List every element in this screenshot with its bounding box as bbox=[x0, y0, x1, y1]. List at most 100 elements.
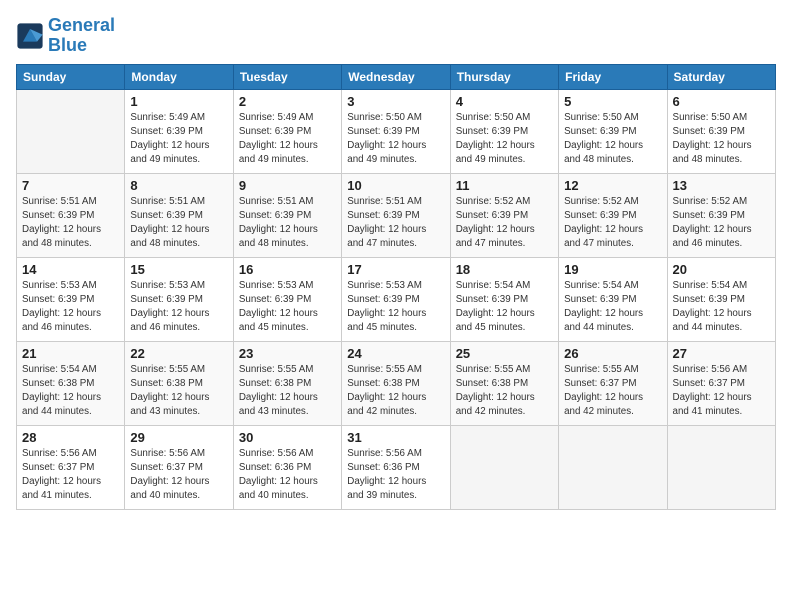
day-number: 12 bbox=[564, 178, 661, 193]
calendar-table: SundayMondayTuesdayWednesdayThursdayFrid… bbox=[16, 64, 776, 510]
day-number: 16 bbox=[239, 262, 336, 277]
day-number: 28 bbox=[22, 430, 119, 445]
calendar-day-cell: 24 Sunrise: 5:55 AMSunset: 6:38 PMDayligh… bbox=[342, 341, 450, 425]
calendar-day-cell: 6Sunrise: 5:50 AMSunset: 6:39 PMDaylight… bbox=[667, 89, 775, 173]
weekday-header-cell: Wednesday bbox=[342, 64, 450, 89]
day-info: Sunrise: 5:53 AMSunset: 6:39 PMDaylight:… bbox=[22, 279, 119, 336]
day-info: Sunrise: 5:49 AMSunset: 6:39 PMDaylight:… bbox=[239, 111, 336, 168]
calendar-day-cell: 26 Sunrise: 5:55 AMSunset: 6:37 PMDayligh… bbox=[559, 341, 667, 425]
day-number: 26 bbox=[564, 346, 661, 361]
calendar-day-cell: 14 Sunrise: 5:53 AMSunset: 6:39 PMDayligh… bbox=[17, 257, 125, 341]
day-info: Sunrise: 5:50 AMSunset: 6:39 PMDaylight:… bbox=[673, 111, 770, 168]
calendar-day-cell: 20 Sunrise: 5:54 AMSunset: 6:39 PMDayligh… bbox=[667, 257, 775, 341]
weekday-header-cell: Thursday bbox=[450, 64, 558, 89]
day-info: Sunrise: 5:50 AMSunset: 6:39 PMDaylight:… bbox=[456, 111, 553, 168]
day-info: Sunrise: 5:55 AMSunset: 6:38 PMDaylight:… bbox=[239, 363, 336, 420]
calendar-day-cell: 5Sunrise: 5:50 AMSunset: 6:39 PMDaylight… bbox=[559, 89, 667, 173]
calendar-day-cell: 28 Sunrise: 5:56 AMSunset: 6:37 PMDayligh… bbox=[17, 425, 125, 509]
weekday-header-cell: Tuesday bbox=[233, 64, 341, 89]
calendar-day-cell: 7 Sunrise: 5:51 AMSunset: 6:39 PMDaylight… bbox=[17, 173, 125, 257]
day-info: Sunrise: 5:54 AMSunset: 6:39 PMDaylight:… bbox=[564, 279, 661, 336]
calendar-day-cell: 2 Sunrise: 5:49 AMSunset: 6:39 PMDaylight… bbox=[233, 89, 341, 173]
day-number: 14 bbox=[22, 262, 119, 277]
calendar-day-cell bbox=[17, 89, 125, 173]
day-info: Sunrise: 5:55 AMSunset: 6:37 PMDaylight:… bbox=[564, 363, 661, 420]
calendar-day-cell: 31Sunrise: 5:56 AMSunset: 6:36 PMDayligh… bbox=[342, 425, 450, 509]
weekday-header-cell: Monday bbox=[125, 64, 233, 89]
day-info: Sunrise: 5:55 AMSunset: 6:38 PMDaylight:… bbox=[347, 363, 444, 420]
calendar-day-cell: 18 Sunrise: 5:54 AMSunset: 6:39 PMDayligh… bbox=[450, 257, 558, 341]
day-number: 13 bbox=[673, 178, 770, 193]
weekday-header-cell: Friday bbox=[559, 64, 667, 89]
day-info: Sunrise: 5:56 AMSunset: 6:36 PMDaylight:… bbox=[347, 447, 444, 504]
day-info: Sunrise: 5:56 AMSunset: 6:37 PMDaylight:… bbox=[22, 447, 119, 504]
calendar-day-cell: 3 Sunrise: 5:50 AMSunset: 6:39 PMDaylight… bbox=[342, 89, 450, 173]
day-info: Sunrise: 5:52 AMSunset: 6:39 PMDaylight:… bbox=[673, 195, 770, 252]
day-info: Sunrise: 5:51 AMSunset: 6:39 PMDaylight:… bbox=[239, 195, 336, 252]
day-number: 27 bbox=[673, 346, 770, 361]
day-info: Sunrise: 5:54 AMSunset: 6:39 PMDaylight:… bbox=[673, 279, 770, 336]
calendar-day-cell: 25Sunrise: 5:55 AMSunset: 6:38 PMDayligh… bbox=[450, 341, 558, 425]
calendar-day-cell: 22Sunrise: 5:55 AMSunset: 6:38 PMDayligh… bbox=[125, 341, 233, 425]
day-number: 4 bbox=[456, 94, 553, 109]
day-number: 24 bbox=[347, 346, 444, 361]
weekday-header-row: SundayMondayTuesdayWednesdayThursdayFrid… bbox=[17, 64, 776, 89]
day-number: 29 bbox=[130, 430, 227, 445]
calendar-day-cell: 15 Sunrise: 5:53 AMSunset: 6:39 PMDayligh… bbox=[125, 257, 233, 341]
day-number: 20 bbox=[673, 262, 770, 277]
calendar-day-cell: 1 Sunrise: 5:49 AMSunset: 6:39 PMDaylight… bbox=[125, 89, 233, 173]
calendar-week-row: 7 Sunrise: 5:51 AMSunset: 6:39 PMDaylight… bbox=[17, 173, 776, 257]
day-info: Sunrise: 5:52 AMSunset: 6:39 PMDaylight:… bbox=[564, 195, 661, 252]
day-info: Sunrise: 5:50 AMSunset: 6:39 PMDaylight:… bbox=[347, 111, 444, 168]
day-info: Sunrise: 5:51 AMSunset: 6:39 PMDaylight:… bbox=[130, 195, 227, 252]
day-number: 21 bbox=[22, 346, 119, 361]
calendar-week-row: 28 Sunrise: 5:56 AMSunset: 6:37 PMDayligh… bbox=[17, 425, 776, 509]
calendar-day-cell bbox=[559, 425, 667, 509]
day-info: Sunrise: 5:53 AMSunset: 6:39 PMDaylight:… bbox=[239, 279, 336, 336]
logo: General Blue bbox=[16, 16, 115, 56]
calendar-day-cell: 21Sunrise: 5:54 AMSunset: 6:38 PMDayligh… bbox=[17, 341, 125, 425]
weekday-header-cell: Saturday bbox=[667, 64, 775, 89]
day-info: Sunrise: 5:52 AMSunset: 6:39 PMDaylight:… bbox=[456, 195, 553, 252]
day-number: 23 bbox=[239, 346, 336, 361]
day-number: 7 bbox=[22, 178, 119, 193]
calendar-day-cell: 27 Sunrise: 5:56 AMSunset: 6:37 PMDayligh… bbox=[667, 341, 775, 425]
day-info: Sunrise: 5:53 AMSunset: 6:39 PMDaylight:… bbox=[130, 279, 227, 336]
calendar-day-cell: 11 Sunrise: 5:52 AMSunset: 6:39 PMDayligh… bbox=[450, 173, 558, 257]
day-info: Sunrise: 5:56 AMSunset: 6:37 PMDaylight:… bbox=[130, 447, 227, 504]
calendar-day-cell: 30Sunrise: 5:56 AMSunset: 6:36 PMDayligh… bbox=[233, 425, 341, 509]
calendar-day-cell: 17Sunrise: 5:53 AMSunset: 6:39 PMDayligh… bbox=[342, 257, 450, 341]
day-info: Sunrise: 5:49 AMSunset: 6:39 PMDaylight:… bbox=[130, 111, 227, 168]
page-header: General Blue bbox=[16, 16, 776, 56]
calendar-day-cell: 23 Sunrise: 5:55 AMSunset: 6:38 PMDayligh… bbox=[233, 341, 341, 425]
day-number: 1 bbox=[130, 94, 227, 109]
calendar-day-cell: 13 Sunrise: 5:52 AMSunset: 6:39 PMDayligh… bbox=[667, 173, 775, 257]
calendar-day-cell: 8 Sunrise: 5:51 AMSunset: 6:39 PMDaylight… bbox=[125, 173, 233, 257]
logo-text: General Blue bbox=[48, 16, 115, 56]
day-number: 18 bbox=[456, 262, 553, 277]
day-number: 15 bbox=[130, 262, 227, 277]
day-number: 11 bbox=[456, 178, 553, 193]
calendar-day-cell: 4 Sunrise: 5:50 AMSunset: 6:39 PMDaylight… bbox=[450, 89, 558, 173]
day-number: 19 bbox=[564, 262, 661, 277]
day-number: 3 bbox=[347, 94, 444, 109]
calendar-day-cell bbox=[667, 425, 775, 509]
calendar-body: 1 Sunrise: 5:49 AMSunset: 6:39 PMDaylight… bbox=[17, 89, 776, 509]
day-info: Sunrise: 5:54 AMSunset: 6:39 PMDaylight:… bbox=[456, 279, 553, 336]
calendar-week-row: 14 Sunrise: 5:53 AMSunset: 6:39 PMDayligh… bbox=[17, 257, 776, 341]
day-number: 8 bbox=[130, 178, 227, 193]
day-number: 2 bbox=[239, 94, 336, 109]
calendar-day-cell: 29 Sunrise: 5:56 AMSunset: 6:37 PMDayligh… bbox=[125, 425, 233, 509]
day-info: Sunrise: 5:51 AMSunset: 6:39 PMDaylight:… bbox=[22, 195, 119, 252]
day-info: Sunrise: 5:56 AMSunset: 6:37 PMDaylight:… bbox=[673, 363, 770, 420]
calendar-day-cell bbox=[450, 425, 558, 509]
day-info: Sunrise: 5:55 AMSunset: 6:38 PMDaylight:… bbox=[456, 363, 553, 420]
day-number: 9 bbox=[239, 178, 336, 193]
calendar-day-cell: 16 Sunrise: 5:53 AMSunset: 6:39 PMDayligh… bbox=[233, 257, 341, 341]
day-number: 10 bbox=[347, 178, 444, 193]
day-info: Sunrise: 5:51 AMSunset: 6:39 PMDaylight:… bbox=[347, 195, 444, 252]
day-info: Sunrise: 5:50 AMSunset: 6:39 PMDaylight:… bbox=[564, 111, 661, 168]
day-info: Sunrise: 5:53 AMSunset: 6:39 PMDaylight:… bbox=[347, 279, 444, 336]
day-number: 22 bbox=[130, 346, 227, 361]
weekday-header-cell: Sunday bbox=[17, 64, 125, 89]
